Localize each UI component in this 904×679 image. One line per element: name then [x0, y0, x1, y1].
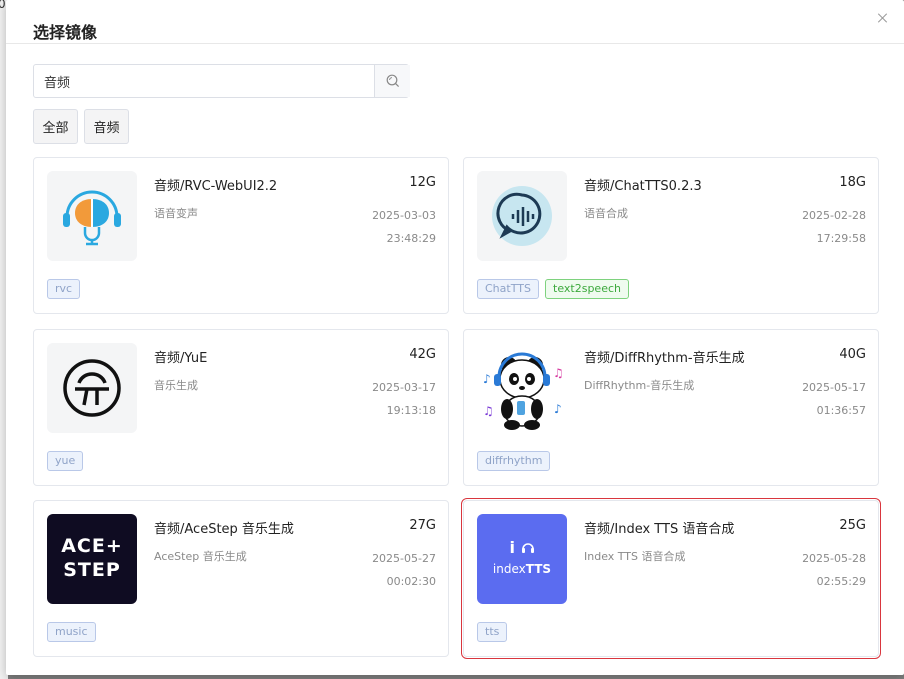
tag-tts: tts — [477, 622, 508, 642]
chat-voice-bubble-icon — [477, 171, 567, 261]
search-icon — [386, 74, 399, 88]
card-time: 19:13:18 — [386, 404, 436, 417]
card-name: 音频/ChatTTS0.2.3 — [584, 179, 702, 194]
image-card-yue[interactable]: 音频/YuE 42G 音乐生成 2025-03-17 19:13:18 yue — [33, 329, 449, 486]
card-size: 40G — [839, 347, 866, 362]
card-time: 17:29:58 — [816, 232, 866, 245]
indextts-logo-mark: i — [477, 538, 567, 557]
image-card-rvc[interactable]: 音频/RVC-WebUI2.2 12G 语音变声 2025-03-03 23:4… — [33, 157, 449, 314]
svg-text:♫: ♫ — [483, 404, 494, 418]
card-desc: 音乐生成 — [154, 379, 198, 392]
tag-music: music — [47, 622, 96, 642]
card-date: 2025-05-17 — [802, 381, 866, 394]
card-desc: AceStep 音乐生成 — [154, 550, 247, 563]
card-desc: 语音合成 — [584, 207, 628, 220]
card-name: 音频/DiffRhythm-音乐生成 — [584, 351, 745, 366]
headphones-icon — [521, 543, 534, 553]
svg-text:♫: ♫ — [553, 366, 564, 380]
acestep-logo: ACE+ STEP — [47, 514, 137, 604]
card-date: 2025-03-03 — [372, 209, 436, 222]
tag-chattts: ChatTTS — [477, 279, 539, 299]
card-size: 42G — [409, 347, 436, 362]
indextts-logo: i indexTTS — [477, 514, 567, 604]
image-card-acestep[interactable]: ACE+ STEP 音频/AceStep 音乐生成 27G AceStep 音乐… — [33, 500, 449, 657]
rvc-brain-headset-icon — [47, 171, 137, 261]
card-name: 音频/Index TTS 语音合成 — [584, 522, 735, 537]
card-desc: 语音变声 — [154, 207, 198, 220]
filter-audio-button[interactable]: 音频 — [84, 109, 129, 144]
search-button[interactable] — [374, 65, 410, 97]
card-date: 2025-02-28 — [802, 209, 866, 222]
card-name: 音频/YuE — [154, 351, 208, 366]
select-image-dialog: 选择镜像 全部 音频 — [6, 0, 904, 675]
card-size: 27G — [409, 518, 436, 533]
card-desc: DiffRhythm-音乐生成 — [584, 379, 695, 392]
card-date: 2025-05-28 — [802, 552, 866, 565]
yue-logo-icon — [47, 343, 137, 433]
card-name: 音频/AceStep 音乐生成 — [154, 522, 294, 537]
svg-text:♪: ♪ — [483, 372, 491, 386]
card-time: 00:02:30 — [386, 575, 436, 588]
image-card-diffrhythm[interactable]: ♪ ♫ ♫ ♪ 音频/DiffRhythm-音乐生成 40G DiffRhyth… — [463, 329, 879, 486]
search-box — [33, 64, 410, 98]
close-icon[interactable] — [876, 11, 890, 25]
card-desc: Index TTS 语音合成 — [584, 550, 686, 563]
filter-all-button[interactable]: 全部 — [33, 109, 78, 144]
card-time: 02:55:29 — [816, 575, 866, 588]
card-size: 18G — [839, 175, 866, 190]
image-card-indextts[interactable]: i indexTTS 音频/Index TTS 语音合成 25G Index T… — [461, 498, 881, 659]
card-time: 23:48:29 — [386, 232, 436, 245]
card-name: 音频/RVC-WebUI2.2 — [154, 179, 278, 194]
card-date: 2025-05-27 — [372, 552, 436, 565]
card-size: 12G — [409, 175, 436, 190]
tag-rvc: rvc — [47, 279, 81, 299]
tag-diffrhythm: diffrhythm — [477, 451, 551, 471]
tag-text2speech: text2speech — [545, 279, 629, 299]
tag-yue: yue — [47, 451, 84, 471]
header-divider — [6, 43, 904, 44]
search-input[interactable] — [34, 65, 374, 97]
backdrop-text: 0 — [0, 0, 6, 11]
card-time: 01:36:57 — [816, 404, 866, 417]
dialog-title: 选择镜像 — [33, 23, 98, 42]
card-date: 2025-03-17 — [372, 381, 436, 394]
acestep-logo-text: ACE+ STEP — [61, 535, 123, 581]
indextts-logo-text: indexTTS — [492, 562, 552, 576]
card-size: 25G — [839, 518, 866, 533]
panda-headphones-icon: ♪ ♫ ♫ ♪ — [477, 343, 567, 433]
svg-text:♪: ♪ — [554, 402, 562, 416]
image-card-chattts[interactable]: 音频/ChatTTS0.2.3 18G 语音合成 2025-02-28 17:2… — [463, 157, 879, 314]
